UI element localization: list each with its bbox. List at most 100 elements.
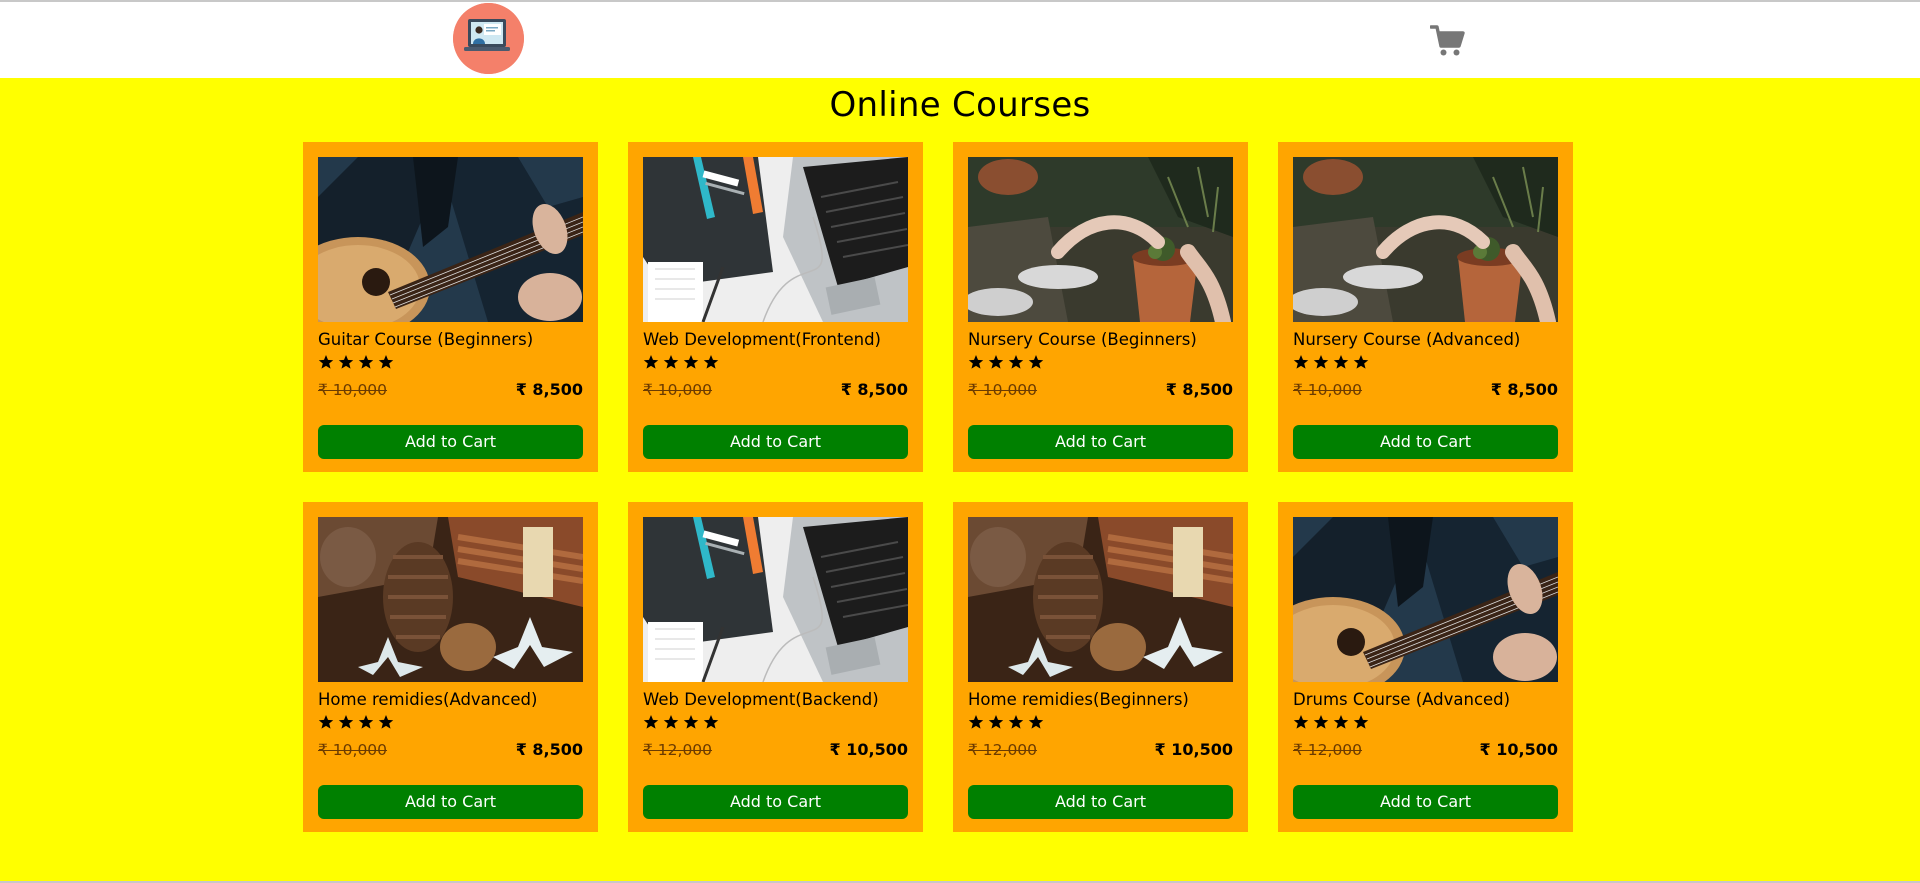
star-rating bbox=[968, 714, 1044, 732]
course-image bbox=[968, 517, 1233, 682]
original-price: ₹ 12,000 bbox=[1293, 741, 1363, 759]
star-icon bbox=[358, 355, 374, 369]
course-card: Web Development(Frontend) ₹ 10,000 ₹ 8,500… bbox=[628, 142, 923, 472]
course-catalog: Online Courses Guitar Course (Beginners)… bbox=[0, 78, 1920, 881]
star-icon bbox=[703, 715, 719, 729]
add-to-cart-button[interactable]: Add to Cart bbox=[318, 425, 583, 459]
discounted-price: ₹ 8,500 bbox=[1165, 380, 1233, 399]
star-icon bbox=[1008, 715, 1024, 729]
star-icon bbox=[1028, 715, 1044, 729]
add-to-cart-button[interactable]: Add to Cart bbox=[643, 425, 908, 459]
add-to-cart-button[interactable]: Add to Cart bbox=[968, 785, 1233, 819]
course-title: Nursery Course (Advanced) bbox=[1293, 330, 1521, 349]
course-image bbox=[1293, 157, 1558, 322]
course-card: Drums Course (Advanced) ₹ 12,000 ₹ 10,500 A… bbox=[1278, 502, 1573, 832]
course-title: Nursery Course (Beginners) bbox=[968, 330, 1197, 349]
guitar-photo bbox=[318, 157, 583, 322]
spices-photo bbox=[318, 517, 583, 682]
discounted-price: ₹ 8,500 bbox=[515, 740, 583, 759]
star-icon bbox=[703, 355, 719, 369]
course-title: Home remidies(Beginners) bbox=[968, 690, 1189, 709]
star-icon bbox=[338, 715, 354, 729]
discounted-price: ₹ 10,500 bbox=[1154, 740, 1233, 759]
original-price: ₹ 10,000 bbox=[968, 381, 1038, 399]
add-to-cart-button[interactable]: Add to Cart bbox=[318, 785, 583, 819]
star-icon bbox=[663, 715, 679, 729]
course-image bbox=[318, 157, 583, 322]
star-icon bbox=[1008, 355, 1024, 369]
original-price: ₹ 12,000 bbox=[968, 741, 1038, 759]
star-rating bbox=[968, 354, 1044, 372]
star-icon bbox=[683, 355, 699, 369]
add-to-cart-button[interactable]: Add to Cart bbox=[643, 785, 908, 819]
cart-button[interactable] bbox=[1429, 24, 1466, 58]
course-card: Nursery Course (Beginners) ₹ 10,000 ₹ 8,50… bbox=[953, 142, 1248, 472]
course-card: Guitar Course (Beginners) ₹ 10,000 ₹ 8,500… bbox=[303, 142, 598, 472]
original-price: ₹ 10,000 bbox=[318, 741, 388, 759]
star-icon bbox=[968, 715, 984, 729]
course-card: Nursery Course (Advanced) ₹ 10,000 ₹ 8,500… bbox=[1278, 142, 1573, 472]
original-price: ₹ 10,000 bbox=[1293, 381, 1363, 399]
star-icon bbox=[338, 355, 354, 369]
guitar-photo bbox=[1293, 517, 1558, 682]
discounted-price: ₹ 8,500 bbox=[515, 380, 583, 399]
star-icon bbox=[1293, 715, 1309, 729]
star-rating bbox=[1293, 354, 1369, 372]
page-title: Online Courses bbox=[829, 85, 1091, 125]
star-icon bbox=[1353, 355, 1369, 369]
add-to-cart-button[interactable]: Add to Cart bbox=[1293, 785, 1558, 819]
star-icon bbox=[968, 355, 984, 369]
shopping-cart-icon bbox=[1429, 25, 1465, 56]
course-image bbox=[643, 157, 908, 322]
add-to-cart-button[interactable]: Add to Cart bbox=[1293, 425, 1558, 459]
star-icon bbox=[1313, 715, 1329, 729]
discounted-price: ₹ 10,500 bbox=[829, 740, 908, 759]
course-title: Guitar Course (Beginners) bbox=[318, 330, 534, 349]
potted-plant-photo bbox=[1293, 157, 1558, 322]
discounted-price: ₹ 10,500 bbox=[1479, 740, 1558, 759]
star-icon bbox=[318, 715, 334, 729]
star-icon bbox=[1353, 715, 1369, 729]
site-logo[interactable] bbox=[453, 3, 524, 74]
star-icon bbox=[988, 715, 1004, 729]
original-price: ₹ 10,000 bbox=[318, 381, 388, 399]
star-rating bbox=[318, 714, 394, 732]
star-icon bbox=[378, 355, 394, 369]
star-icon bbox=[1293, 355, 1309, 369]
original-price: ₹ 10,000 bbox=[643, 381, 713, 399]
course-title: Home remidies(Advanced) bbox=[318, 690, 538, 709]
original-price: ₹ 12,000 bbox=[643, 741, 713, 759]
course-title: Drums Course (Advanced) bbox=[1293, 690, 1511, 709]
star-icon bbox=[1333, 715, 1349, 729]
discounted-price: ₹ 8,500 bbox=[1490, 380, 1558, 399]
course-card: Home remidies(Advanced) ₹ 10,000 ₹ 8,500 Ad… bbox=[303, 502, 598, 832]
star-icon bbox=[358, 715, 374, 729]
star-icon bbox=[683, 715, 699, 729]
course-image bbox=[643, 517, 908, 682]
potted-plant-photo bbox=[968, 157, 1233, 322]
star-icon bbox=[1313, 355, 1329, 369]
course-image bbox=[318, 517, 583, 682]
course-card: Home remidies(Beginners) ₹ 12,000 ₹ 10,500… bbox=[953, 502, 1248, 832]
star-icon bbox=[1333, 355, 1349, 369]
spices-photo bbox=[968, 517, 1233, 682]
teacher-laptop-logo-icon bbox=[453, 3, 524, 74]
star-rating bbox=[1293, 714, 1369, 732]
star-rating bbox=[643, 354, 719, 372]
discounted-price: ₹ 8,500 bbox=[840, 380, 908, 399]
star-icon bbox=[378, 715, 394, 729]
star-icon bbox=[643, 715, 659, 729]
laptop-htmlcss-photo bbox=[643, 517, 908, 682]
add-to-cart-button[interactable]: Add to Cart bbox=[968, 425, 1233, 459]
star-icon bbox=[643, 355, 659, 369]
star-rating bbox=[318, 354, 394, 372]
course-title: Web Development(Frontend) bbox=[643, 330, 881, 349]
star-icon bbox=[1028, 355, 1044, 369]
laptop-htmlcss-photo bbox=[643, 157, 908, 322]
star-rating bbox=[643, 714, 719, 732]
header-bar bbox=[0, 2, 1920, 78]
course-image bbox=[1293, 517, 1558, 682]
course-card: Web Development(Backend) ₹ 12,000 ₹ 10,500… bbox=[628, 502, 923, 832]
course-title: Web Development(Backend) bbox=[643, 690, 879, 709]
star-icon bbox=[318, 355, 334, 369]
